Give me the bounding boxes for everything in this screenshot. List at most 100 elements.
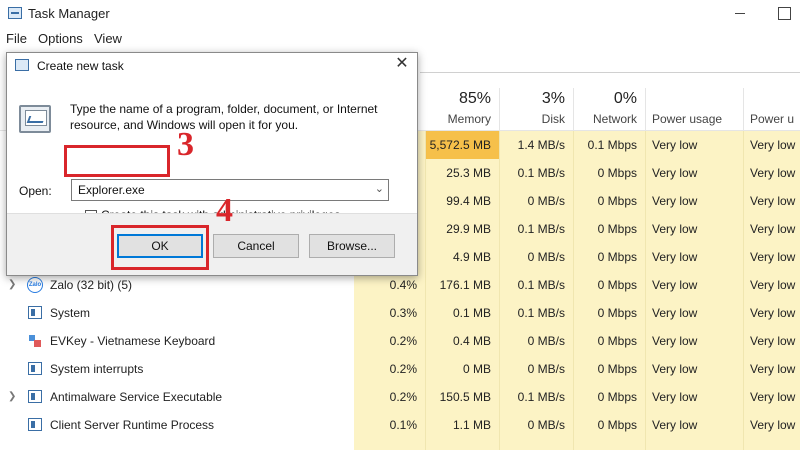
zalo-icon: Zalo (27, 277, 43, 293)
table-row[interactable]: Client Server Runtime Process 0.1% 1.1 M… (0, 411, 800, 439)
disk-cell: 0.1 MB/s (500, 215, 574, 243)
step-4-highlight-box (111, 225, 209, 270)
dialog-app-icon (15, 59, 29, 71)
maximize-button[interactable] (774, 4, 794, 22)
network-cell: 0 Mbps (574, 187, 646, 215)
memory-cell: 5,572.5 MB (426, 131, 500, 159)
disk-cell: 0.1 MB/s (500, 271, 574, 299)
network-cell: 0 Mbps (574, 159, 646, 187)
disk-cell: 0.1 MB/s (500, 299, 574, 327)
memory-label: Memory (447, 112, 491, 126)
column-header-power-trend[interactable]: Power u (744, 88, 800, 130)
close-icon[interactable]: ✕ (393, 55, 411, 73)
power-trend-cell: Very low (744, 131, 800, 159)
power-cell: Very low (646, 187, 744, 215)
power-cell: Very low (646, 271, 744, 299)
memory-cell: 4.9 MB (426, 243, 500, 271)
system-process-icon (28, 390, 42, 403)
system-process-icon (28, 306, 42, 319)
disk-cell: 0 MB/s (500, 243, 574, 271)
power-trend-label: Power u (750, 112, 795, 126)
open-label: Open: (19, 184, 52, 198)
power-trend-cell: Very low (744, 215, 800, 243)
network-cell: 0 Mbps (574, 215, 646, 243)
process-name: Client Server Runtime Process (50, 418, 215, 432)
dialog-footer: OK Cancel Browse... (7, 213, 417, 275)
disk-cell: 0 MB/s (500, 187, 574, 215)
memory-cell: 0.1 MB (426, 299, 500, 327)
power-cell: Very low (646, 159, 744, 187)
table-row[interactable]: ❯ Antimalware Service Executable 0.2% 15… (0, 383, 800, 411)
memory-cell (426, 439, 500, 450)
open-input-value: Explorer.exe (78, 183, 145, 197)
system-process-icon (28, 418, 42, 431)
disk-label: Disk (541, 112, 565, 126)
network-percent: 0% (613, 90, 637, 107)
network-cell: 0 Mbps (574, 383, 646, 411)
system-process-icon (28, 362, 42, 375)
menu-file[interactable]: File (6, 31, 27, 46)
memory-cell: 29.9 MB (426, 215, 500, 243)
power-cell: Very low (646, 299, 744, 327)
network-cell: 0 Mbps (574, 355, 646, 383)
network-cell: 0 Mbps (574, 411, 646, 439)
chevron-down-icon[interactable]: ⌄ (375, 182, 384, 195)
disk-cell (500, 439, 574, 450)
title-bar: Task Manager (0, 0, 800, 28)
table-row[interactable]: EVKey - Vietnamese Keyboard 0.2% 0.4 MB … (0, 327, 800, 355)
evkey-icon (27, 333, 43, 349)
menu-options[interactable]: Options (38, 31, 83, 46)
power-trend-cell (744, 439, 800, 450)
browse-button[interactable]: Browse... (309, 234, 395, 258)
process-name: System (50, 306, 91, 320)
network-cell: 0 Mbps (574, 243, 646, 271)
dialog-description: Type the name of a program, folder, docu… (70, 102, 378, 132)
cpu-cell: 0.1% (354, 411, 426, 439)
cpu-cell: 0.2% (354, 355, 426, 383)
menu-view[interactable]: View (94, 31, 122, 46)
network-cell (574, 439, 646, 450)
column-header-network[interactable]: 0% Network (574, 88, 646, 130)
disk-percent: 3% (541, 90, 565, 107)
process-name: Antimalware Service Executable (50, 390, 223, 404)
power-trend-cell: Very low (744, 411, 800, 439)
window-title: Task Manager (28, 6, 110, 21)
power-trend-cell: Very low (744, 383, 800, 411)
cancel-button[interactable]: Cancel (213, 234, 299, 258)
expand-chevron-icon[interactable]: ❯ (8, 383, 16, 411)
task-manager-icon (8, 7, 22, 19)
power-cell (646, 439, 744, 450)
network-label: Network (592, 112, 637, 126)
minimize-button[interactable] (730, 4, 750, 22)
column-header-disk[interactable]: 3% Disk (500, 88, 574, 130)
disk-cell: 0.1 MB/s (500, 383, 574, 411)
process-name: EVKey - Vietnamese Keyboard (50, 334, 216, 348)
disk-cell: 0 MB/s (500, 355, 574, 383)
power-cell: Very low (646, 215, 744, 243)
cpu-cell (354, 439, 426, 450)
process-name: System interrupts (50, 362, 144, 376)
power-cell: Very low (646, 383, 744, 411)
power-trend-cell: Very low (744, 243, 800, 271)
tab-divider (420, 72, 800, 73)
step-3-highlight-box (64, 145, 170, 177)
run-program-icon (19, 105, 51, 133)
table-row[interactable] (0, 439, 800, 450)
menu-bar: File Options View (0, 29, 800, 49)
power-trend-cell: Very low (744, 187, 800, 215)
cpu-cell: 0.3% (354, 299, 426, 327)
column-header-memory[interactable]: 85% Memory (426, 88, 500, 130)
table-row[interactable]: System 0.3% 0.1 MB 0.1 MB/s 0 Mbps Very … (0, 299, 800, 327)
table-row[interactable]: System interrupts 0.2% 0 MB 0 MB/s 0 Mbp… (0, 355, 800, 383)
network-cell: 0 Mbps (574, 327, 646, 355)
power-cell: Very low (646, 243, 744, 271)
power-trend-cell: Very low (744, 299, 800, 327)
step-4-marker: 4 (216, 192, 233, 229)
memory-cell: 0 MB (426, 355, 500, 383)
memory-cell: 176.1 MB (426, 271, 500, 299)
power-cell: Very low (646, 411, 744, 439)
network-cell: 0.1 Mbps (574, 131, 646, 159)
power-trend-cell: Very low (744, 355, 800, 383)
disk-cell: 0 MB/s (500, 411, 574, 439)
column-header-power-usage[interactable]: Power usage (646, 88, 744, 130)
